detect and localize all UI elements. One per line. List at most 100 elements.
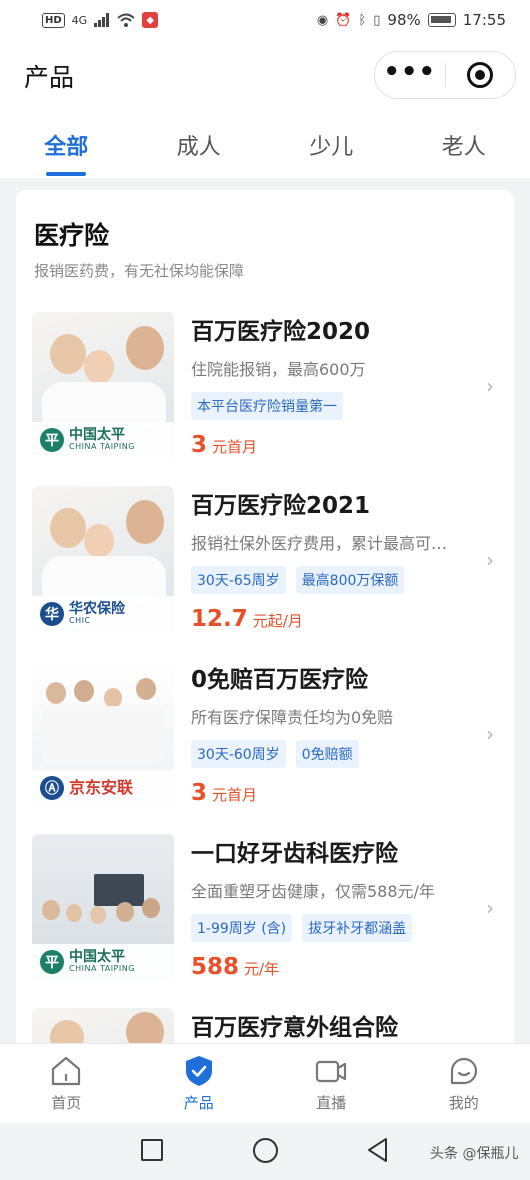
status-right: ◉ ⏰ ᛒ ▯ 98% 17:55	[317, 11, 506, 29]
tab-label: 老人	[441, 135, 486, 160]
smile-face-icon	[450, 1057, 477, 1085]
more-button[interactable]: •••	[375, 52, 445, 98]
product-image: 平 中国太平 CHINA TAIPING	[32, 834, 174, 980]
clothes-shape	[42, 706, 164, 764]
chic-logo-icon: 华	[40, 602, 64, 626]
tab-label: 全部	[44, 135, 89, 160]
tab-elderly[interactable]: 老人	[398, 112, 530, 178]
product-info: 0免赔百万医疗险 所有医疗保障责任均为0免赔 30天-60周岁 0免赔额 3 元…	[191, 660, 481, 806]
medical-insurance-card: 医疗险 报销医药费，有无社保均能保障 平 中国太平 CHINA TAIPING …	[16, 190, 514, 1050]
person-shape	[126, 326, 164, 370]
back-button[interactable]	[366, 1137, 390, 1163]
bottom-nav: 首页 产品 直播 我的	[0, 1043, 530, 1123]
shield-check-icon	[185, 1056, 212, 1086]
logo-text: 京东安联	[69, 779, 133, 797]
nav-label: 首页	[51, 1094, 82, 1112]
person-shape	[50, 334, 86, 374]
recents-button[interactable]	[141, 1139, 163, 1161]
insurer-logo: 平 中国太平 CHINA TAIPING	[32, 422, 174, 458]
tab-adult[interactable]: 成人	[133, 112, 266, 178]
product-image: 平 中国太平 CHINA TAIPING	[32, 312, 174, 458]
mini-program-capsule: •••	[374, 51, 516, 99]
logo-text: 华农保险 CHIC	[69, 602, 125, 625]
product-tag: 最高800万保额	[295, 566, 405, 594]
product-tags: 30天-65周岁 最高800万保额	[191, 566, 481, 594]
person-shape	[104, 688, 122, 708]
vibrate-icon: ▯	[373, 12, 381, 28]
person-shape	[90, 906, 106, 924]
nav-live[interactable]: 直播	[265, 1044, 398, 1123]
product-tag: 30天-60周岁	[191, 740, 286, 768]
title-bar: 产品 •••	[0, 40, 530, 112]
video-camera-icon	[316, 1060, 347, 1083]
product-image: 华 华农保险 CHIC	[32, 486, 174, 632]
product-info: 百万医疗意外组合险	[191, 1008, 481, 1042]
product-name: 百万医疗险2020	[191, 319, 371, 345]
chevron-right-icon: ›	[486, 374, 494, 398]
product-item[interactable]: 平 中国太平 CHINA TAIPING 一口好牙齿科医疗险 全面重塑牙齿健康，…	[16, 834, 514, 994]
close-miniprogram-button[interactable]	[446, 52, 516, 98]
product-desc: 全面重塑牙齿健康，仅需588元/年	[191, 882, 435, 901]
nav-label: 直播	[316, 1094, 347, 1112]
person-shape	[50, 508, 86, 548]
product-desc: 住院能报销，最高600万	[191, 360, 366, 379]
home-button[interactable]	[253, 1138, 278, 1163]
person-shape	[46, 682, 66, 704]
nav-home[interactable]: 首页	[0, 1044, 133, 1123]
tab-label: 成人	[176, 135, 221, 160]
chevron-right-icon: ›	[486, 722, 494, 746]
person-shape	[74, 680, 94, 702]
person-shape	[126, 500, 164, 544]
product-item[interactable]: 平 中国太平 CHINA TAIPING 百万医疗险2020 住院能报销，最高6…	[16, 312, 514, 472]
product-item[interactable]: Ⓐ 京东安联 0免赔百万医疗险 所有医疗保障责任均为0免赔 30天-60周岁 0…	[16, 660, 514, 820]
tab-child[interactable]: 少儿	[265, 112, 398, 178]
product-desc: 报销社保外医疗费用，累计最高可…	[191, 534, 448, 553]
logo-en: CHINA TAIPING	[69, 964, 135, 974]
price-unit: 元起/月	[252, 612, 303, 630]
nav-products[interactable]: 产品	[133, 1044, 266, 1123]
product-tag: 30天-65周岁	[191, 566, 286, 594]
product-item[interactable]: 华 华农保险 CHIC 百万医疗险2021 报销社保外医疗费用，累计最高可… 3…	[16, 486, 514, 646]
price-unit: 元首月	[212, 438, 258, 456]
system-nav-bar: 头条 @保瓶儿	[0, 1123, 530, 1180]
insurer-logo: Ⓐ 京东安联	[32, 770, 174, 806]
product-name: 百万医疗险2021	[191, 493, 371, 519]
logo-text: 中国太平 CHINA TAIPING	[69, 428, 135, 451]
tab-active-indicator	[46, 172, 87, 176]
logo-en: CHINA TAIPING	[69, 442, 135, 452]
person-shape	[116, 902, 134, 922]
chevron-right-icon: ›	[486, 896, 494, 920]
tv-shape	[94, 874, 144, 906]
product-tags: 30天-60周岁 0免赔额	[191, 740, 481, 768]
product-tags: 1-99周岁 (含) 拔牙补牙都涵盖	[191, 914, 481, 942]
product-tag: 本平台医疗险销量第一	[191, 392, 343, 420]
person-shape	[136, 678, 156, 700]
price-value: 588	[191, 954, 240, 980]
tab-label: 少儿	[309, 135, 354, 160]
network-type: 4G	[71, 13, 88, 27]
nav-mine[interactable]: 我的	[398, 1044, 530, 1123]
product-price: 12.7 元起/月	[191, 606, 481, 632]
chevron-right-icon: ›	[486, 548, 494, 572]
price-unit: 元首月	[212, 786, 258, 804]
product-tag: 1-99周岁 (含)	[191, 914, 293, 942]
person-shape	[84, 350, 114, 384]
category-tabs: 全部 成人 少儿 老人	[0, 112, 530, 178]
wifi-icon	[117, 13, 135, 27]
page-title: 产品	[24, 63, 75, 92]
price-value: 3	[191, 780, 208, 806]
logo-cn: 华农保险	[69, 601, 125, 618]
status-left: HD 4G ◆	[42, 12, 159, 28]
product-name: 0免赔百万医疗险	[191, 667, 369, 693]
section-subtitle: 报销医药费，有无社保均能保障	[34, 262, 245, 280]
clothes-shape	[42, 556, 166, 596]
logo-cn: 中国太平	[69, 427, 125, 444]
tab-all[interactable]: 全部	[0, 112, 133, 178]
logo-cn: 中国太平	[69, 949, 125, 966]
nav-label: 我的	[448, 1094, 479, 1112]
product-tag: 0免赔额	[295, 740, 359, 768]
person-shape	[84, 524, 114, 558]
insurer-logo: 华 华农保险 CHIC	[32, 596, 174, 632]
product-tags: 本平台医疗险销量第一	[191, 392, 481, 420]
price-unit: 元/年	[244, 960, 280, 978]
